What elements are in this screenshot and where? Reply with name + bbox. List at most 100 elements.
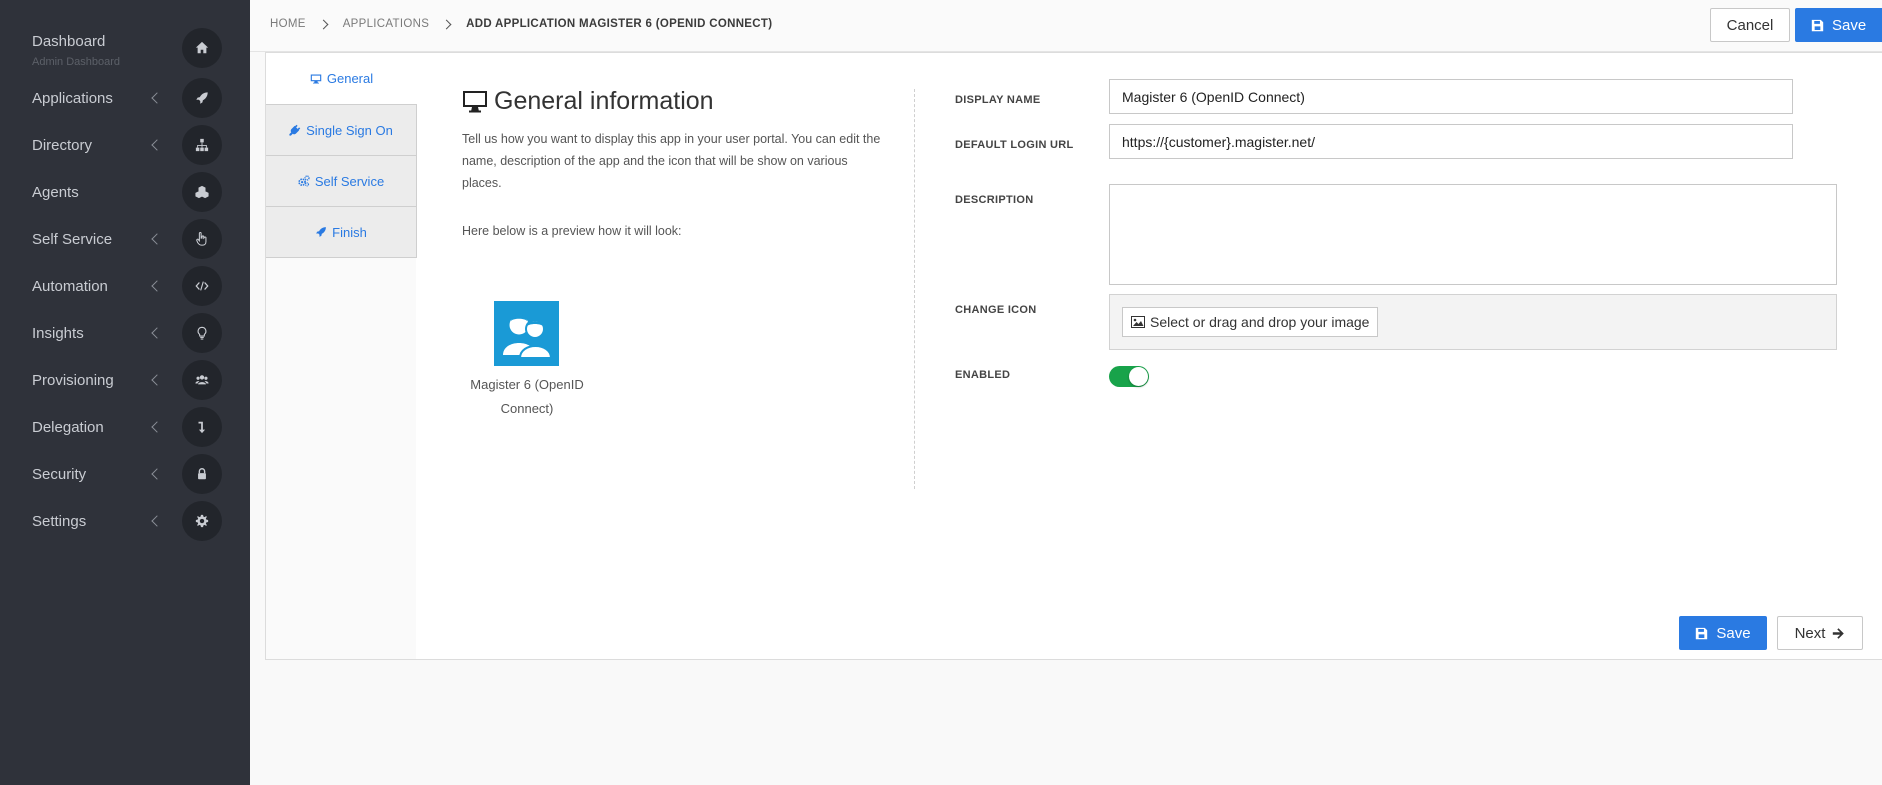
- section-title: General information: [462, 87, 882, 116]
- rocket-icon: [316, 227, 327, 237]
- panel-divider: [914, 89, 915, 489]
- sidebar-item-label: Settings: [32, 512, 87, 530]
- select-image-button-label: Select or drag and drop your image: [1150, 314, 1370, 330]
- tab-label: Self Service: [314, 173, 385, 189]
- wizard-tabs: General Single Sign On Self Service Fini…: [266, 52, 428, 659]
- tab-self-service[interactable]: Self Service: [266, 156, 417, 207]
- toggle-knob: [1129, 367, 1148, 386]
- tab-label: General: [326, 71, 374, 86]
- sidebar-item-provisioning[interactable]: Provisioning: [0, 358, 250, 402]
- breadcrumb-home[interactable]: HOME: [270, 18, 306, 30]
- code-icon: [182, 266, 222, 306]
- chevron-right-icon: [441, 19, 452, 29]
- sidebar-item-label: Provisioning: [32, 371, 114, 389]
- top-bar: HOME APPLICATIONS ADD APPLICATION MAGIST…: [250, 0, 1882, 52]
- sidebar-item-label: Directory: [32, 136, 93, 154]
- chevron-left-icon: [151, 374, 163, 386]
- tab-general[interactable]: General: [266, 53, 417, 105]
- sidebar-item-agents[interactable]: Agents: [0, 170, 250, 214]
- hand-pointer-icon: [182, 219, 222, 259]
- sidebar-item-label: Agents: [32, 183, 79, 201]
- desktop-icon: [463, 90, 487, 112]
- sidebar-item-settings[interactable]: Settings: [0, 499, 250, 543]
- floppy-disk-icon: [1696, 627, 1708, 639]
- sidebar-item-dashboard[interactable]: Dashboard Admin Dashboard: [0, 26, 250, 70]
- change-icon-dropzone[interactable]: Select or drag and drop your image: [1109, 294, 1837, 350]
- image-icon: [1131, 316, 1145, 328]
- sidebar-item-label: Automation: [32, 277, 108, 295]
- sidebar-item-security[interactable]: Security: [0, 452, 250, 496]
- display-name-input[interactable]: Magister 6 (OpenID Connect): [1109, 79, 1793, 114]
- chevron-left-icon: [151, 92, 163, 104]
- rocket-icon: [182, 78, 222, 118]
- breadcrumb-current: ADD APPLICATION MAGISTER 6 (OPENID CONNE…: [466, 18, 773, 30]
- sidebar-item-label: Dashboard: [32, 33, 106, 50]
- footer-save-label: Save: [1716, 624, 1751, 642]
- arrow-right-icon: [1833, 627, 1845, 639]
- sidebar-item-self-service[interactable]: Self Service: [0, 217, 250, 261]
- display-name-label: DISPLAY NAME: [955, 94, 1041, 106]
- cancel-button-label: Cancel: [1726, 16, 1774, 34]
- change-icon-label: CHANGE ICON: [955, 304, 1037, 316]
- chevron-right-icon: [318, 19, 329, 29]
- desktop-icon: [310, 74, 322, 83]
- general-information-panel: General information Tell us how you want…: [462, 87, 882, 416]
- enabled-label: ENABLED: [955, 369, 1011, 381]
- sidebar-item-label: Delegation: [32, 418, 104, 436]
- sidebar-item-label: Applications: [32, 89, 113, 107]
- home-icon: [182, 28, 222, 68]
- section-title-text: General information: [494, 87, 714, 115]
- select-image-button[interactable]: Select or drag and drop your image: [1122, 307, 1379, 337]
- breadcrumb: HOME APPLICATIONS ADD APPLICATION MAGIST…: [270, 18, 772, 30]
- sidebar-item-applications[interactable]: Applications: [0, 76, 250, 120]
- preview-label: Here below is a preview how it will look…: [462, 224, 682, 238]
- level-down-icon: [182, 407, 222, 447]
- cubes-icon: [182, 172, 222, 212]
- chevron-left-icon: [151, 233, 163, 245]
- chevron-left-icon: [151, 468, 163, 480]
- cogs-icon: [298, 175, 310, 187]
- chevron-left-icon: [151, 280, 163, 292]
- sitemap-icon: [182, 125, 222, 165]
- intro-text: Tell us how you want to display this app…: [462, 132, 881, 190]
- chevron-left-icon: [151, 327, 163, 339]
- description-label: DESCRIPTION: [955, 194, 1034, 206]
- chevron-left-icon: [151, 421, 163, 433]
- tab-label: Finish: [332, 224, 367, 240]
- sidebar: Dashboard Admin Dashboard Applications D…: [0, 0, 250, 785]
- breadcrumb-applications[interactable]: APPLICATIONS: [343, 18, 429, 30]
- footer-save-button[interactable]: Save: [1679, 616, 1767, 650]
- sidebar-item-label: Insights: [32, 324, 84, 342]
- next-button[interactable]: Next: [1777, 616, 1863, 650]
- sidebar-item-label: Self Service: [32, 230, 113, 248]
- lock-icon: [182, 454, 222, 494]
- lightbulb-icon: [182, 313, 222, 353]
- default-login-url-label: DEFAULT LOGIN URL: [955, 139, 1074, 151]
- next-button-label: Next: [1794, 624, 1826, 642]
- tab-finish[interactable]: Finish: [266, 207, 417, 258]
- save-button[interactable]: Save: [1795, 8, 1882, 42]
- sidebar-item-directory[interactable]: Directory: [0, 123, 250, 167]
- tab-label: Single Sign On: [306, 122, 393, 138]
- users-icon: [502, 314, 552, 359]
- sidebar-item-insights[interactable]: Insights: [0, 311, 250, 355]
- tab-single-sign-on[interactable]: Single Sign On: [266, 105, 417, 156]
- description-textarea[interactable]: [1109, 184, 1837, 285]
- users-icon: [182, 360, 222, 400]
- floppy-disk-icon: [1811, 19, 1824, 31]
- default-login-url-input[interactable]: https://{customer}.magister.net/: [1109, 124, 1793, 159]
- chevron-left-icon: [151, 139, 163, 151]
- sidebar-item-label: Security: [32, 465, 87, 483]
- sidebar-item-automation[interactable]: Automation: [0, 264, 250, 308]
- app-preview-icon: [494, 301, 559, 366]
- gear-icon: [182, 501, 222, 541]
- plug-icon: [289, 124, 301, 136]
- sidebar-item-delegation[interactable]: Delegation: [0, 405, 250, 449]
- sidebar-item-sublabel: Admin Dashboard: [32, 56, 121, 68]
- application-wizard-card: General Single Sign On Self Service Fini…: [265, 52, 1882, 660]
- chevron-left-icon: [151, 515, 163, 527]
- cancel-button[interactable]: Cancel: [1710, 8, 1790, 42]
- app-preview-name: Magister 6 (OpenID Connect): [470, 377, 584, 416]
- save-button-label: Save: [1832, 16, 1867, 34]
- enabled-toggle[interactable]: [1109, 366, 1149, 387]
